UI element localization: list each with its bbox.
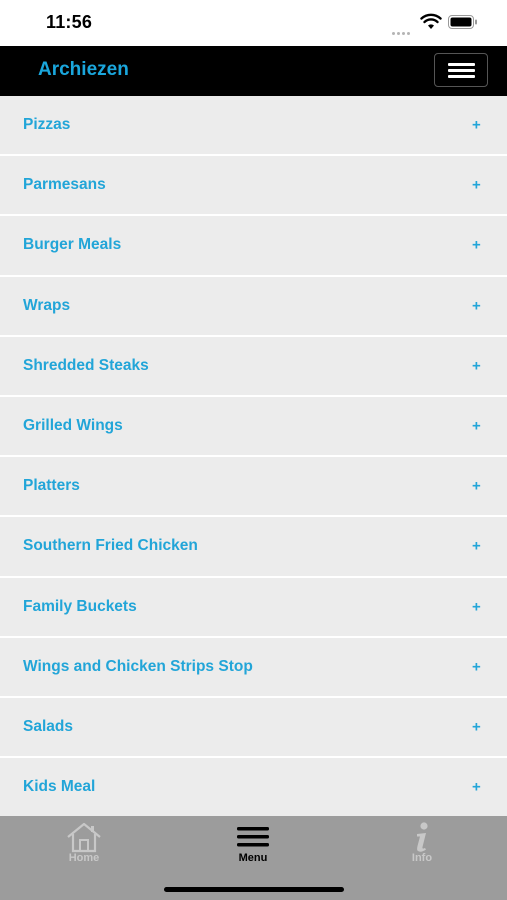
app-header: Archiezen [0, 46, 507, 96]
plus-icon[interactable]: + [472, 779, 481, 796]
home-indicator [164, 887, 344, 892]
tab-bar: Home Menu Info [0, 816, 507, 900]
category-label: Southern Fried Chicken [23, 537, 198, 555]
tab-menu-label: Menu [238, 852, 268, 864]
category-label: Shredded Steaks [23, 356, 149, 374]
plus-icon[interactable]: + [472, 357, 481, 374]
hamburger-line [448, 63, 475, 66]
plus-icon[interactable]: + [472, 598, 481, 615]
battery-icon [448, 15, 477, 29]
plus-icon[interactable]: + [472, 177, 481, 194]
app-title: Archiezen [38, 59, 129, 80]
category-item[interactable]: Grilled Wings + [0, 396, 507, 458]
info-icon [417, 822, 428, 852]
category-item[interactable]: Southern Fried Chicken + [0, 517, 507, 578]
status-time: 11:56 [46, 12, 93, 32]
tab-info[interactable]: Info [362, 816, 482, 876]
wifi-icon [420, 13, 442, 29]
plus-icon[interactable]: + [472, 658, 481, 675]
hamburger-menu-button[interactable] [434, 53, 488, 87]
plus-icon[interactable]: + [472, 117, 481, 134]
category-label: Parmesans [23, 176, 106, 194]
category-item[interactable]: Parmesans + [0, 156, 507, 217]
menu-lines-icon [237, 827, 269, 847]
category-label: Grilled Wings [23, 417, 123, 435]
plus-icon[interactable]: + [472, 237, 481, 254]
category-item[interactable]: Salads + [0, 697, 507, 759]
category-item[interactable]: Platters + [0, 457, 507, 518]
category-label: Pizzas [23, 116, 71, 134]
hamburger-line [448, 69, 475, 72]
plus-icon[interactable]: + [472, 297, 481, 314]
category-list: Pizzas + Parmesans + Burger Meals + Wraps + Shre… [0, 96, 507, 816]
category-label: Salads [23, 717, 73, 735]
cellular-signal-icon [392, 22, 414, 35]
category-label: Burger Meals [23, 236, 122, 254]
plus-icon[interactable]: + [472, 418, 481, 435]
tab-home[interactable]: Home [24, 816, 144, 876]
house-icon [67, 822, 101, 853]
status-bar: 11:56 [0, 0, 507, 46]
category-item[interactable]: Family Buckets + [0, 577, 507, 638]
tab-menu[interactable]: Menu [193, 816, 313, 876]
category-item[interactable]: Shredded Steaks + [0, 336, 507, 397]
category-label: Wings and Chicken Strips Stop [23, 657, 253, 675]
category-label: Family Buckets [23, 597, 137, 615]
category-item[interactable]: Wraps + [0, 276, 507, 337]
category-label: Platters [23, 477, 80, 495]
plus-icon[interactable]: + [472, 478, 481, 495]
category-item[interactable]: Burger Meals + [0, 216, 507, 277]
plus-icon[interactable]: + [472, 718, 481, 735]
category-item[interactable]: Wings and Chicken Strips Stop + [0, 637, 507, 698]
category-item[interactable]: Pizzas + [0, 96, 507, 157]
tab-home-label: Home [68, 852, 100, 864]
hamburger-line [448, 75, 475, 78]
plus-icon[interactable]: + [472, 538, 481, 555]
category-label: Wraps [23, 296, 71, 314]
tab-info-label: Info [411, 852, 433, 864]
category-label: Kids Meal [23, 778, 96, 796]
category-item[interactable]: Kids Meal + [0, 758, 507, 816]
